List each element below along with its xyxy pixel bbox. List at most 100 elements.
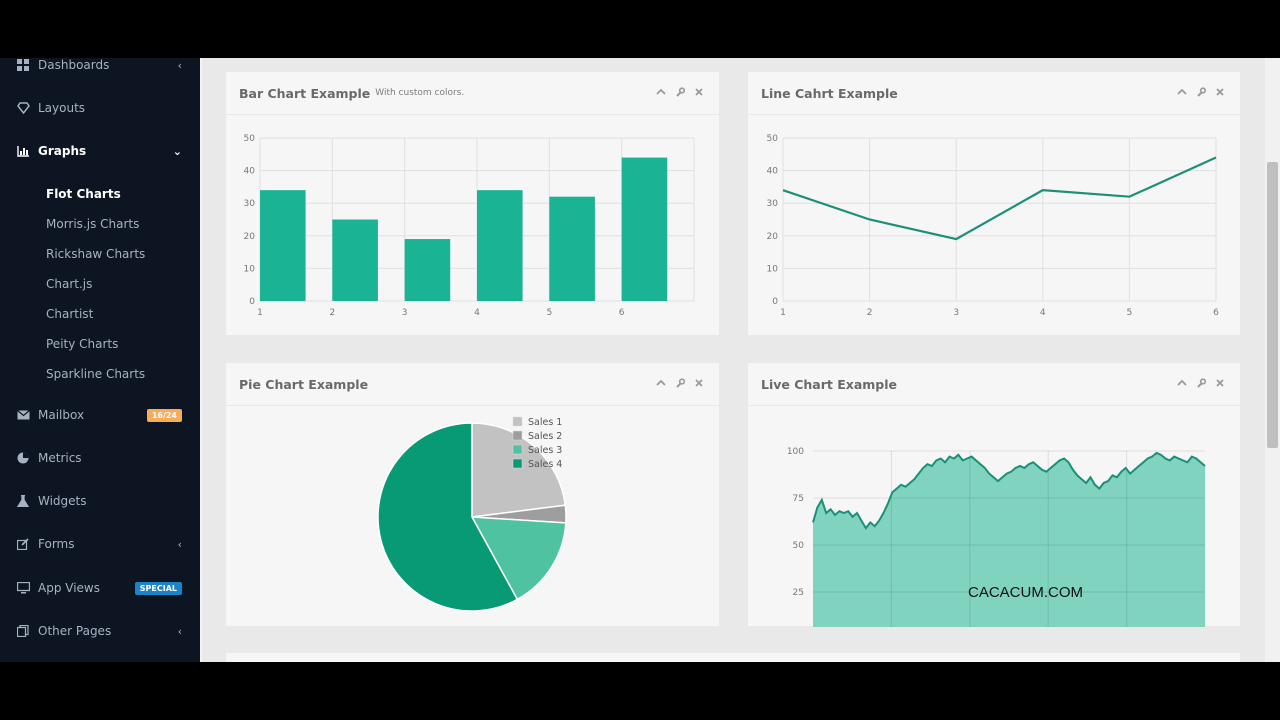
y-tick-label: 30 <box>767 199 779 209</box>
dashboard-icon <box>16 58 30 72</box>
chevron-down-icon: ⌄ <box>172 144 182 158</box>
sidebar-item-other-pages[interactable]: Other Pages ‹ <box>0 611 200 651</box>
collapse-icon[interactable] <box>655 86 667 98</box>
sidebar-item-app-views[interactable]: App Views SPECIAL <box>0 568 200 608</box>
y-tick-label: 50 <box>767 134 779 144</box>
sidebar-subitem-rickshaw-charts[interactable]: Rickshaw Charts <box>46 247 145 261</box>
sidebar-badge: SPECIAL <box>134 581 182 595</box>
bar <box>477 190 523 301</box>
chevron-left-icon: ‹ <box>177 624 182 638</box>
sidebar-item-label: Mailbox <box>38 408 85 422</box>
wrench-icon[interactable] <box>1195 377 1207 389</box>
panel-subtitle: With custom colors. <box>375 88 465 98</box>
y-tick-label: 20 <box>767 232 779 242</box>
sidebar-item-graphs[interactable]: Graphs ⌄ <box>0 131 200 171</box>
main-content: Bar Chart Example With custom colors. 01… <box>200 58 1265 662</box>
diamond-icon <box>16 101 30 115</box>
bar <box>621 157 668 301</box>
x-tick-label: 6 <box>619 308 625 318</box>
line-chart: 0 10 20 30 40 50 1 2 3 4 5 6 <box>767 134 1220 318</box>
y-tick-label: 50 <box>244 134 256 144</box>
y-tick-label: 100 <box>787 447 804 457</box>
sidebar-item-mailbox[interactable]: Mailbox 16/24 <box>0 395 200 435</box>
sidebar-item-dashboards[interactable]: Dashboards ‹ <box>0 58 200 85</box>
x-tick-label: 6 <box>1213 308 1219 318</box>
x-tick-label: 4 <box>1040 308 1046 318</box>
line-series <box>782 156 1217 241</box>
envelope-icon <box>16 408 30 422</box>
sidebar-item-label: Metrics <box>38 451 82 465</box>
x-tick-label: 2 <box>329 308 335 318</box>
y-tick-label: 75 <box>793 494 804 504</box>
pie-chart-panel: Pie Chart Example Sales 1 Sales 2 Sales 3S… <box>226 362 719 626</box>
x-tick-label: 2 <box>867 308 873 318</box>
sidebar-item-label: Dashboards <box>38 58 110 72</box>
panel-title: Bar Chart Example <box>239 85 371 101</box>
x-tick-label: 1 <box>780 308 786 318</box>
wrench-icon[interactable] <box>1195 86 1207 98</box>
x-tick-label: 5 <box>1127 308 1133 318</box>
close-icon[interactable] <box>693 86 705 98</box>
sidebar-item-widgets[interactable]: Widgets <box>0 481 200 521</box>
edit-icon <box>16 537 30 551</box>
panel-title: Live Chart Example <box>761 376 897 392</box>
y-tick-label: 10 <box>767 264 779 274</box>
y-tick-label: 30 <box>244 199 256 209</box>
wrench-icon[interactable] <box>674 86 686 98</box>
next-panel-edge <box>226 652 1240 662</box>
panel-title: Line Cahrt Example <box>761 85 898 101</box>
legend-label: Sales 1 <box>528 417 562 428</box>
collapse-icon[interactable] <box>1176 377 1188 389</box>
desktop-icon <box>16 581 30 595</box>
bar <box>549 196 595 301</box>
sidebar-item-metrics[interactable]: Metrics <box>0 438 200 478</box>
close-icon[interactable] <box>1214 377 1226 389</box>
collapse-icon[interactable] <box>1176 86 1188 98</box>
bar-chart-icon <box>16 144 30 158</box>
flask-icon <box>16 494 30 508</box>
y-tick-label: 0 <box>772 297 778 307</box>
panel-header: Pie Chart Example <box>226 363 719 406</box>
y-tick-label: 20 <box>244 232 256 242</box>
collapse-icon[interactable] <box>655 377 667 389</box>
pie-icon <box>16 451 30 465</box>
panel-header: Bar Chart Example With custom colors. <box>226 72 719 115</box>
pie-chart: Sales 1 Sales 2 Sales 3 Sales 4 <box>377 416 567 612</box>
x-tick-label: 3 <box>953 308 959 318</box>
sidebar-item-label: Layouts <box>38 101 86 115</box>
sidebar-item-label: Widgets <box>38 494 87 508</box>
sidebar-subitem-flot-charts[interactable]: Flot Charts <box>46 187 121 201</box>
bar-chart: 0 10 20 30 40 50 1 2 3 4 5 6 <box>244 134 695 318</box>
legend-label: Sales 3 <box>528 445 562 456</box>
sidebar: Dashboards ‹ Layouts Graphs ⌄ Mailbox 16/24 Met… <box>0 58 200 662</box>
sidebar-subitem-chartist[interactable]: Chartist <box>46 307 93 321</box>
y-tick-label: 40 <box>767 167 779 177</box>
panel-header: Line Cahrt Example <box>748 72 1240 115</box>
wrench-icon[interactable] <box>674 377 686 389</box>
close-icon[interactable] <box>693 377 705 389</box>
close-icon[interactable] <box>1214 86 1226 98</box>
scrollbar-thumb[interactable] <box>1267 162 1278 448</box>
x-tick-label: 3 <box>402 308 408 318</box>
y-tick-label: 10 <box>244 264 256 274</box>
y-tick-label: 50 <box>793 541 805 551</box>
x-tick-label: 5 <box>546 308 552 318</box>
live-chart-panel: Live Chart Example 0255075100 CACACUM.CO… <box>748 362 1240 627</box>
watermark: CACACUM.COM <box>968 584 1083 601</box>
sidebar-subitem-chart-js[interactable]: Chart.js <box>46 277 92 291</box>
y-tick-label: 25 <box>793 588 804 598</box>
x-tick-label: 1 <box>257 308 263 318</box>
legend-swatch <box>512 430 523 441</box>
legend-label: Sales 2 <box>528 431 562 442</box>
sidebar-subitem-peity-charts[interactable]: Peity Charts <box>46 337 118 351</box>
bar <box>260 190 306 301</box>
chevron-left-icon: ‹ <box>177 537 182 551</box>
legend-swatch <box>512 416 523 427</box>
sidebar-item-forms[interactable]: Forms ‹ <box>0 524 200 564</box>
app-frame: Dashboards ‹ Layouts Graphs ⌄ Mailbox 16/24 Met… <box>0 58 1280 662</box>
sidebar-subitem-morris-js-charts[interactable]: Morris.js Charts <box>46 217 139 231</box>
sidebar-item-layouts[interactable]: Layouts <box>0 88 200 128</box>
scrollbar[interactable] <box>1265 58 1280 662</box>
sidebar-subitem-sparkline-charts[interactable]: Sparkline Charts <box>46 367 145 381</box>
panel-tools <box>655 377 705 389</box>
